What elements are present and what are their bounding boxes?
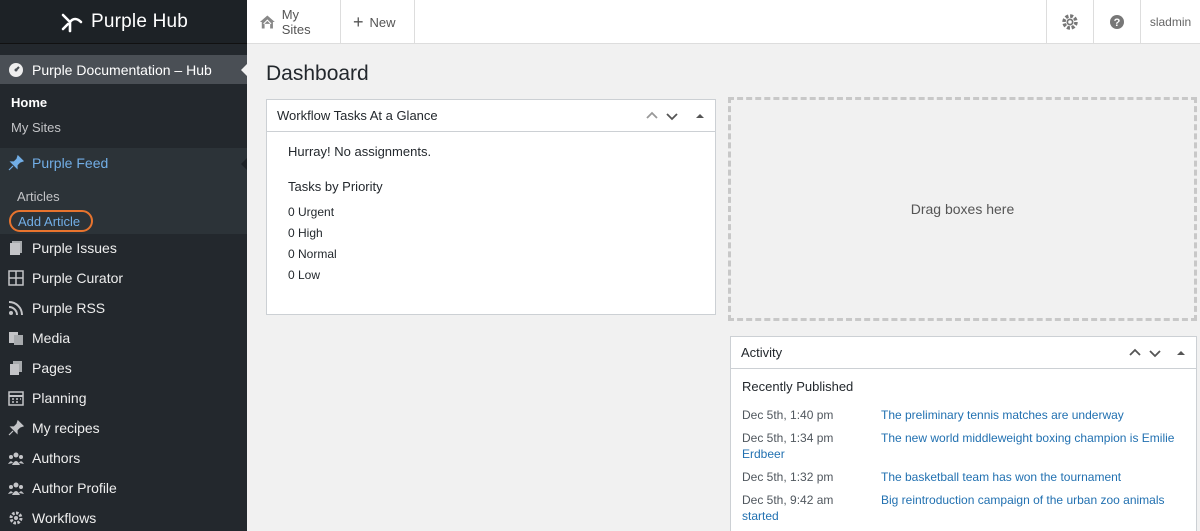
sites-icon [259, 15, 275, 29]
dashboard-main: Dashboard Workflow Tasks At a Glance Hur… [247, 44, 1200, 531]
dashboard-icon [9, 62, 23, 77]
activity-widget-header[interactable]: Activity [731, 337, 1196, 369]
workflow-widget: Workflow Tasks At a Glance Hurray! No as… [266, 99, 716, 315]
pin-icon [8, 420, 24, 436]
purple-feed-label: Purple Feed [32, 155, 109, 171]
sidebar-item-label: Purple Curator [32, 270, 124, 286]
sidebar-item-workflows[interactable]: Workflows [0, 503, 247, 531]
sidebar-item-purple-issues[interactable]: Purple Issues [0, 233, 247, 263]
svg-text:?: ? [1114, 17, 1121, 29]
sidebar-item-label: Pages [32, 360, 72, 376]
help-icon: ? [1110, 15, 1124, 29]
priority-urgent: 0 Urgent [288, 205, 335, 219]
brand-name: Purple Hub [90, 10, 189, 32]
sidebar-item-purple-feed[interactable]: Purple Feed [8, 155, 108, 171]
sidebar-item-media[interactable]: Media [0, 323, 247, 353]
sidebar-item-my-recipes[interactable]: My recipes [0, 413, 247, 443]
add-article-label: Add Article [18, 213, 81, 229]
sidebar-item-label: Media [32, 330, 71, 346]
chevron-up-icon[interactable] [645, 109, 659, 123]
sidebar-item-my-sites[interactable]: My Sites [11, 120, 61, 135]
recently-published-heading: Recently Published [742, 379, 854, 394]
activity-widget-title: Activity [741, 345, 783, 360]
users-icon [8, 452, 24, 465]
activity-post-link[interactable]: The basketball team has won the tourname… [881, 470, 1121, 484]
topbar-new[interactable]: + New [341, 0, 415, 44]
site-label: Purple Documentation – Hub [32, 61, 212, 78]
sidebar-item-pages[interactable]: Pages [0, 353, 247, 383]
sidebar-item-label: Planning [32, 390, 87, 406]
activity-post-link[interactable]: The new world middleweight boxing champi… [881, 431, 1174, 445]
username: sladmin [1149, 15, 1192, 29]
activity-post-link-continued[interactable]: Erdbeer [742, 447, 785, 461]
calendar-icon [8, 391, 24, 406]
priority-high: 0 High [288, 226, 323, 240]
sidebar-item-label: Purple Issues [32, 240, 117, 256]
sidebar-item-home[interactable]: Home [11, 95, 47, 110]
pin-icon [8, 155, 24, 171]
workflow-widget-title: Workflow Tasks At a Glance [277, 108, 438, 123]
priority-low: 0 Low [288, 268, 321, 282]
workflow-widget-header[interactable]: Workflow Tasks At a Glance [267, 100, 715, 132]
chevron-down-icon[interactable] [1148, 346, 1162, 360]
sidebar-item-label: Author Profile [32, 480, 117, 496]
sidebar-item-author-profile[interactable]: Author Profile [0, 473, 247, 503]
activity-post-link[interactable]: Big reintroduction campaign of the urban… [881, 493, 1165, 507]
topbar-my-sites[interactable]: My Sites [247, 0, 341, 44]
collapse-triangle-icon[interactable] [1174, 346, 1188, 360]
sidebar-item-add-article[interactable]: Add Article [9, 210, 93, 232]
activity-date: Dec 5th, 1:32 pm [742, 470, 834, 484]
priority-normal: 0 Normal [288, 247, 337, 261]
chevron-up-icon[interactable] [1128, 346, 1142, 360]
sidebar-item-authors[interactable]: Authors [0, 443, 247, 473]
brand-header[interactable]: Purple Hub [0, 0, 247, 44]
no-assignments-text: Hurray! No assignments. [288, 144, 432, 159]
topbar-settings[interactable] [1046, 0, 1093, 44]
copy-icon [10, 241, 22, 255]
activity-post-link[interactable]: The preliminary tennis matches are under… [881, 408, 1124, 422]
sidebar-site-switcher[interactable]: Purple Documentation – Hub [0, 55, 247, 84]
activity-date: Dec 5th, 1:40 pm [742, 408, 834, 422]
page-title: Dashboard [266, 62, 369, 85]
collapse-triangle-icon[interactable] [693, 109, 707, 123]
activity-date: Dec 5th, 1:34 pm [742, 431, 834, 445]
grid-icon [8, 270, 24, 286]
activity-widget: Activity Recently Published Dec 5th, 1:4… [730, 336, 1197, 531]
priority-heading: Tasks by Priority [288, 179, 383, 194]
chevron-down-icon[interactable] [665, 109, 679, 123]
purple-hub-logo-icon [61, 13, 83, 32]
sidebar-item-planning[interactable]: Planning [0, 383, 247, 413]
admin-sidebar: Purple Hub Purple Documentation – Hub Ho… [0, 0, 247, 531]
media-icon [9, 332, 23, 345]
sidebar-item-label: Purple RSS [32, 300, 106, 316]
activity-date: Dec 5th, 9:42 am [742, 493, 834, 507]
pages-icon [10, 361, 22, 375]
admin-topbar: My Sites + New ? sladmin [247, 0, 1200, 44]
rss-icon [8, 301, 23, 316]
topbar-user-menu[interactable]: sladmin [1140, 0, 1200, 44]
activity-post-link-continued[interactable]: started [742, 509, 779, 523]
dropzone-label: Drag boxes here [910, 201, 1015, 217]
users-icon [8, 482, 24, 495]
sidebar-item-label: Authors [32, 450, 81, 466]
sidebar-item-label: My recipes [32, 420, 100, 436]
sidebar-item-purple-rss[interactable]: Purple RSS [0, 293, 247, 323]
gear-icon [1062, 14, 1078, 30]
sidebar-item-articles[interactable]: Articles [17, 189, 60, 204]
sidebar-item-purple-curator[interactable]: Purple Curator [0, 263, 247, 293]
gear-icon [9, 511, 23, 525]
drag-boxes-dropzone[interactable]: Drag boxes here [728, 97, 1197, 321]
plus-icon: + [353, 12, 364, 32]
new-label: New [369, 14, 396, 30]
topbar-help[interactable]: ? [1093, 0, 1140, 44]
sidebar-item-label: Workflows [32, 510, 97, 526]
my-sites-label: My Sites [281, 7, 311, 37]
